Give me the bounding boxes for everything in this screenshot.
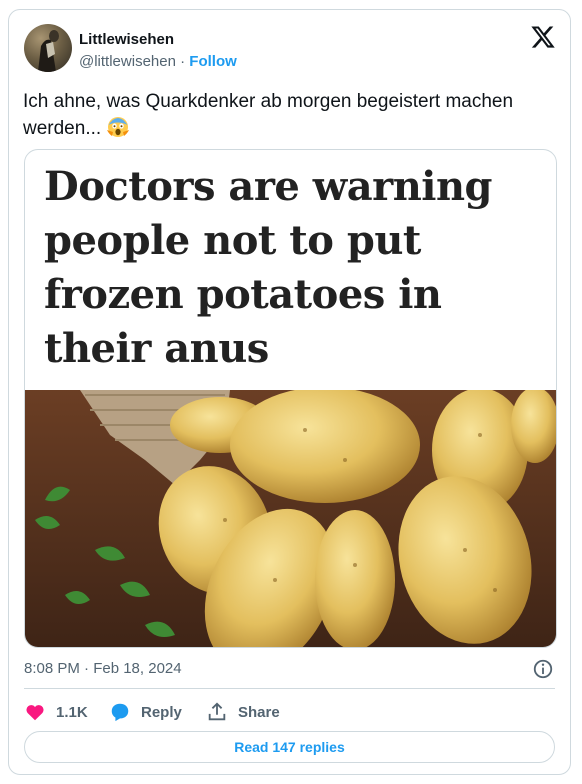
- read-replies-button[interactable]: Read 147 replies: [24, 731, 555, 763]
- share-label: Share: [238, 703, 280, 721]
- media-headline: Doctors are warning people not to put fr…: [44, 163, 493, 372]
- reply-bubble-icon: [111, 703, 129, 722]
- follow-button[interactable]: Follow: [189, 53, 237, 70]
- heart-icon: [26, 705, 44, 721]
- tweet-body: Ich ahne, was Quarkdenker ab morgen bege…: [23, 91, 514, 139]
- tweet-timestamp[interactable]: 8:08 PM · Feb 18, 2024: [24, 660, 182, 677]
- like-count: 1.1K: [56, 703, 88, 721]
- tweet-card: Littlewisehen @littlewisehen · Follow Ic…: [8, 9, 571, 775]
- reply-button[interactable]: Reply: [109, 700, 182, 724]
- separator-dot: ·: [175, 53, 190, 70]
- like-button[interactable]: 1.1K: [24, 700, 88, 724]
- share-icon: [208, 702, 226, 721]
- screaming-face-emoji: 😱: [106, 114, 130, 145]
- tweet-text: Ich ahne, was Quarkdenker ab morgen bege…: [23, 89, 563, 145]
- x-logo-icon[interactable]: [530, 24, 556, 50]
- reply-label: Reply: [141, 703, 182, 721]
- avatar[interactable]: [24, 24, 72, 72]
- tweet-media[interactable]: Doctors are warning people not to put fr…: [24, 149, 557, 648]
- author-handle-row: @littlewisehen · Follow: [79, 53, 237, 70]
- info-icon[interactable]: [532, 658, 554, 680]
- author-handle[interactable]: @littlewisehen: [79, 53, 176, 70]
- share-button[interactable]: Share: [206, 700, 280, 724]
- potatoes-photo: [25, 390, 556, 647]
- divider: [24, 688, 555, 689]
- author-display-name[interactable]: Littlewisehen: [79, 31, 174, 48]
